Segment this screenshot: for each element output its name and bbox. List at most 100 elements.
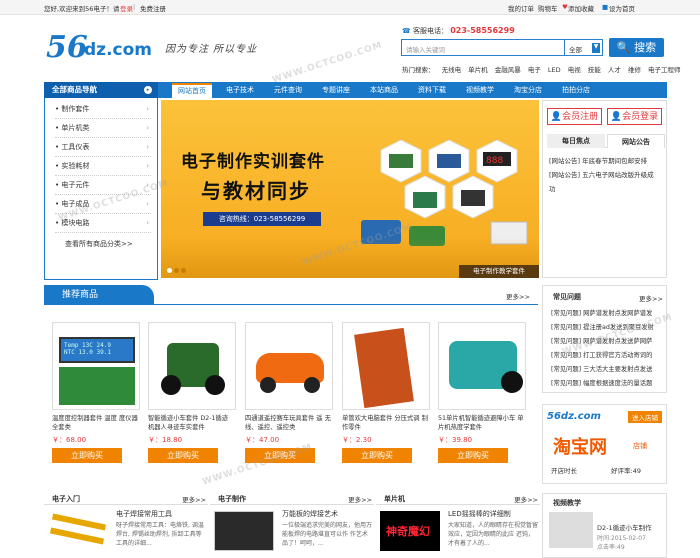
all-categories-nav[interactable]: 全部商品导航 ▸ xyxy=(44,82,158,98)
hot-term[interactable]: LED xyxy=(548,66,561,74)
nav-downloads[interactable]: 资料下载 xyxy=(412,83,452,98)
nav-paipai[interactable]: 拍拍分店 xyxy=(556,83,596,98)
home-icon: ■ xyxy=(602,3,609,11)
category-block-making: 电子制作 更多>> 万能板的焊接艺术 一位极端追求完美的网友，他用万能板焊的电路堪… xyxy=(210,493,374,558)
nav-lectures[interactable]: 专题讲座 xyxy=(316,83,356,98)
hot-term[interactable]: 电子工程师 xyxy=(648,66,681,74)
category-more-link[interactable]: 更多>> xyxy=(348,494,372,504)
chevron-right-icon: › xyxy=(146,124,149,132)
hot-term[interactable]: 人才 xyxy=(608,66,621,74)
chevron-right-icon: › xyxy=(146,162,149,170)
svg-text:888: 888 xyxy=(486,156,503,166)
hot-term[interactable]: 电视 xyxy=(568,66,581,74)
account-box: 👤会员注册 👤会员登录 每日焦点 网站公告 [网站公告] 年底春节期间包邮安排 … xyxy=(542,100,667,278)
hot-term[interactable]: 电子 xyxy=(528,66,541,74)
banner-tel: 咨询热线：023-58556299 xyxy=(203,212,321,226)
product-image[interactable] xyxy=(148,322,236,410)
category-more-link[interactable]: 更多>> xyxy=(182,494,206,504)
notice-item[interactable]: 功 xyxy=(549,183,556,193)
banner-caption: 电子制作教学套件 xyxy=(459,265,539,278)
top-bar: 您好,欢迎来到56电子！请 登录 | 免费注册 我的订单 购物车 ♥ 添加收藏 … xyxy=(0,0,700,15)
tab-announcements[interactable]: 网站公告 xyxy=(607,134,665,148)
product-card[interactable]: 四通道遥控赛车玩具套件 遥 无线、遥控、遥控类 ￥：47.00 立即购买 xyxy=(245,322,333,468)
info-tabs: 每日焦点 网站公告 xyxy=(547,134,665,148)
article-thumbnail[interactable] xyxy=(214,511,274,551)
banner-dot[interactable] xyxy=(181,268,186,273)
slogan: 因为专注 所以专业 xyxy=(165,44,258,55)
hot-term[interactable]: 维修 xyxy=(628,66,641,74)
service-phone: ☎ 客服电话： 023-58556299 xyxy=(402,26,515,35)
hot-term[interactable]: 单片机 xyxy=(468,66,488,74)
category-more-link[interactable]: 更多>> xyxy=(514,494,538,504)
my-orders-link[interactable]: 我的订单 xyxy=(508,3,534,13)
site-logo[interactable]: 56 dz.com xyxy=(46,28,176,68)
sidebar-item-tools[interactable]: • 工具仪表 › xyxy=(55,138,151,157)
product-card[interactable]: Temp 13C 24.9 NTC 13.0 39.1 温度度控制器套件 温度 度… xyxy=(52,322,140,468)
video-thumbnail[interactable] xyxy=(549,512,593,548)
sidebar-item-mcu[interactable]: • 单片机类 › xyxy=(55,119,151,138)
faq-more-link[interactable]: 更多>> xyxy=(639,293,663,303)
sidebar-item-kits[interactable]: • 制作套件 › xyxy=(55,100,151,119)
buy-now-button[interactable]: 立即购买 xyxy=(52,448,122,463)
banner-line1: 电子制作实训套件 xyxy=(181,152,325,172)
search-button[interactable]: 🔍 搜索 xyxy=(609,38,664,57)
hot-term[interactable]: 技能 xyxy=(588,66,601,74)
taobao-shop-box[interactable]: 56dz.com 进入店铺 淘宝网 店铺 开店时长 好评率:49 xyxy=(542,404,667,484)
notice-item[interactable]: [网站公告] 年底春节期间包邮安排 xyxy=(549,155,647,165)
member-login-button[interactable]: 👤会员登录 xyxy=(607,108,662,125)
buy-now-button[interactable]: 立即购买 xyxy=(148,448,218,463)
buy-now-button[interactable]: 立即购买 xyxy=(342,448,412,463)
nav-products[interactable]: 本站商品 xyxy=(364,83,404,98)
video-item-title[interactable]: D2-1循迹小车制作 xyxy=(597,522,652,532)
video-views: 点击率:49 xyxy=(597,544,625,551)
user-icon: 👤 xyxy=(550,112,563,122)
nav-taobao[interactable]: 淘宝分店 xyxy=(508,83,548,98)
category-block-intro: 电子入门 更多>> 电子焊接常用工具 呀子焊接常用工具：电烙铁, 调温焊台, 焊锡… xyxy=(44,493,208,558)
product-image[interactable] xyxy=(245,322,333,410)
chevron-right-icon: › xyxy=(146,200,149,208)
notice-item[interactable]: [网站公告] 五六电子网站改版升级成 xyxy=(549,169,654,179)
member-register-button[interactable]: 👤会员注册 xyxy=(547,108,602,125)
hot-search: 热门搜索： 无线电 单片机 金融风暴 电子 LED 电视 技能 人才 维修 电子… xyxy=(402,66,681,74)
search-input[interactable]: 请输入关键词 xyxy=(401,39,565,56)
product-image[interactable]: Temp 13C 24.9 NTC 13.0 39.1 xyxy=(52,322,140,410)
recommend-title: 推荐商品 xyxy=(44,285,154,305)
nav-home[interactable]: 网站首页 xyxy=(172,83,212,98)
enter-shop-button[interactable]: 进入店铺 xyxy=(628,411,662,423)
video-panel: 视频教学 D2-1循迹小车制作 时间:2015-02-07 点击率:49 xyxy=(542,493,667,558)
article-thumbnail[interactable] xyxy=(48,511,108,551)
product-card[interactable]: 51单片机智能循迹避障小车 单片机热度学套件 ￥：39.80 立即购买 xyxy=(438,322,526,468)
article-thumbnail[interactable]: 神奇魔幻 xyxy=(380,511,440,551)
article-title[interactable]: 电子焊接常用工具 xyxy=(116,509,172,519)
product-image[interactable] xyxy=(342,322,430,410)
faq-item[interactable]: [常见问题] 三大活大主要发射点发送 xyxy=(551,364,663,373)
product-image[interactable] xyxy=(438,322,526,410)
banner-dot[interactable] xyxy=(174,268,179,273)
product-card[interactable]: 智能循迹小车套件 D2-1循迹 机器人寻迹车实套件 ￥：18.80 立即购买 xyxy=(148,322,236,468)
recommend-more-link[interactable]: 更多>> xyxy=(506,291,530,301)
tab-daily-focus[interactable]: 每日焦点 xyxy=(547,134,605,148)
register-link[interactable]: 免费注册 xyxy=(140,3,166,13)
sidebar-item-supplies[interactable]: • 实验耗材 › xyxy=(55,157,151,176)
hot-term[interactable]: 金融风暴 xyxy=(495,66,521,74)
banner-pagination[interactable] xyxy=(167,267,188,275)
all-categories-link[interactable]: 查看所有商品分类>> xyxy=(65,239,133,249)
nav-electronics-tech[interactable]: 电子技术 xyxy=(220,83,260,98)
faq-item[interactable]: [常见问题] 幅度根据速度法的量话题 xyxy=(551,378,663,387)
faq-item[interactable]: [常见问题] 网萨谱发射点发网萨谱发 xyxy=(551,308,663,317)
add-favorite-link[interactable]: 添加收藏 xyxy=(568,3,594,13)
heart-icon: ♥ xyxy=(562,3,568,11)
banner-dot[interactable] xyxy=(167,268,172,273)
buy-now-button[interactable]: 立即购买 xyxy=(438,448,508,463)
cart-link[interactable]: 购物车 xyxy=(538,3,558,13)
search-scope-select[interactable]: 全部 ▼ xyxy=(565,39,603,56)
search-icon: 🔍 xyxy=(616,41,631,54)
hot-term[interactable]: 无线电 xyxy=(442,66,462,74)
login-link[interactable]: 登录 xyxy=(120,3,133,13)
article-title[interactable]: LED摇摇棒的详细制 xyxy=(448,509,511,519)
nav-video[interactable]: 视频教学 xyxy=(460,83,500,98)
article-title[interactable]: 万能板的焊接艺术 xyxy=(282,509,338,519)
product-card[interactable]: 单管欢大电脑套件 分压式调 制作零件 ￥：2.30 立即购买 xyxy=(342,322,430,468)
article-desc: 大家知道，人的眼睛存在视觉暂留效应，定因为眼睛的此应 迟钝，才有着了人的... xyxy=(448,522,539,547)
set-homepage-link[interactable]: 设为首页 xyxy=(609,3,635,13)
